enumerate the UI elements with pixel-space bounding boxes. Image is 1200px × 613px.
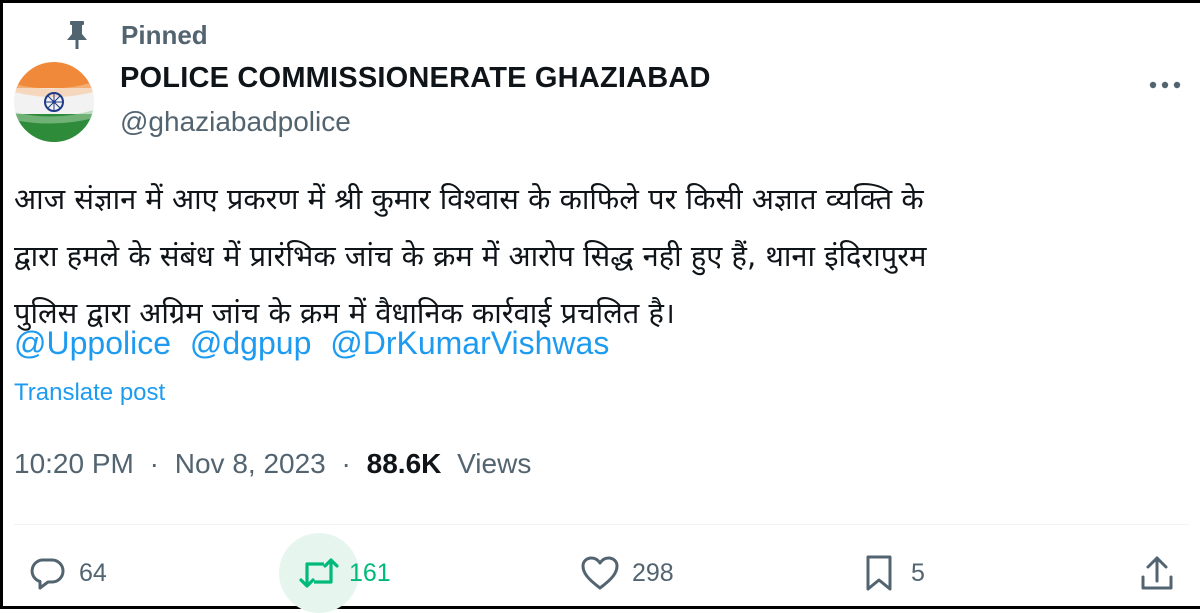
repost-count: 161 — [349, 558, 391, 587]
avatar[interactable] — [14, 62, 94, 142]
post-text-line: आज संज्ञान में आए प्रकरण में श्री कुमार … — [14, 182, 924, 216]
meta-separator: · — [149, 448, 159, 479]
divider — [14, 524, 1189, 525]
post-time[interactable]: 10:20 PM — [14, 448, 134, 479]
author-display-name[interactable]: POLICE COMMISSIONERATE GHAZIABAD — [120, 62, 711, 95]
repost-icon — [279, 533, 359, 613]
pin-icon — [59, 17, 95, 53]
post-meta: 10:20 PM · Nov 8, 2023 · 88.6K Views — [14, 448, 531, 480]
repost-button[interactable]: 161 — [279, 533, 391, 613]
mention-link[interactable]: @DrKumarVishwas — [330, 325, 609, 361]
reply-icon — [17, 543, 77, 603]
pinned-indicator: Pinned — [59, 17, 208, 53]
bookmark-icon — [849, 543, 909, 603]
share-icon — [1127, 543, 1187, 603]
author-handle[interactable]: @ghaziabadpolice — [120, 106, 351, 138]
post-container: Pinned POLICE COMMISSIONERATE GHAZIABAD … — [0, 0, 1200, 613]
views-count: 88.6K — [366, 448, 442, 479]
mention-link[interactable]: @Uppolice — [14, 325, 171, 361]
like-count: 298 — [632, 558, 674, 587]
meta-separator: · — [341, 448, 351, 479]
post-date[interactable]: Nov 8, 2023 — [175, 448, 326, 479]
bookmark-count: 5 — [911, 558, 925, 587]
mention-link[interactable]: @dgpup — [190, 325, 311, 361]
more-icon — [1149, 81, 1181, 89]
bookmark-button[interactable]: 5 — [849, 543, 925, 603]
views-label: Views — [457, 448, 532, 479]
more-options-button[interactable] — [1143, 67, 1187, 103]
post-text: आज संज्ञान में आए प्रकरण में श्री कुमार … — [14, 171, 1164, 342]
post-text-line: द्वारा हमले के संबंध में प्रारंभिक जांच … — [14, 239, 927, 273]
heart-icon — [570, 543, 630, 603]
india-flag-icon — [14, 62, 94, 142]
pinned-label: Pinned — [121, 19, 208, 50]
reply-button[interactable]: 64 — [17, 543, 107, 603]
translate-post-link[interactable]: Translate post — [14, 379, 165, 407]
share-button[interactable] — [1127, 543, 1187, 603]
like-button[interactable]: 298 — [570, 543, 674, 603]
reply-count: 64 — [79, 558, 107, 587]
mentions: @Uppolice @dgpup @DrKumarVishwas — [14, 325, 609, 362]
